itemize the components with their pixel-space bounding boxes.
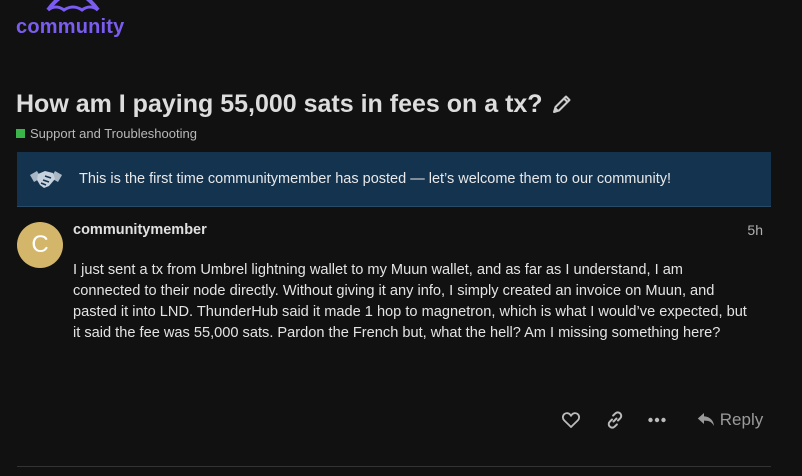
reply-button[interactable]: Reply (694, 404, 766, 436)
pencil-icon[interactable] (551, 93, 573, 115)
logo-text: community (16, 16, 125, 38)
link-icon (607, 411, 623, 429)
reply-icon (697, 413, 714, 426)
more-actions-button[interactable] (644, 404, 670, 436)
umbrella-icon (46, 0, 100, 12)
like-button[interactable] (558, 404, 584, 436)
site-logo[interactable]: community (16, 0, 126, 40)
ellipsis-icon (648, 417, 666, 423)
avatar[interactable]: C (17, 222, 63, 268)
post-body: I just sent a tx from Umbrel lightning w… (73, 260, 753, 344)
first-post-banner: This is the first time communitymember h… (17, 152, 771, 207)
post-username[interactable]: communitymember (73, 222, 207, 238)
handshake-icon (30, 171, 62, 188)
post-divider (17, 466, 771, 467)
topic-header: How am I paying 55,000 sats in fees on a… (16, 88, 786, 141)
post-actions: Reply (17, 404, 771, 436)
welcome-message: This is the first time communitymember h… (79, 171, 672, 187)
site-header: community (0, 0, 802, 62)
category-label: Support and Troubleshooting (30, 126, 197, 141)
category-badge[interactable]: Support and Troubleshooting (16, 126, 786, 141)
topic-title-text[interactable]: How am I paying 55,000 sats in fees on a… (16, 88, 543, 120)
heart-icon (562, 412, 580, 428)
topic-title: How am I paying 55,000 sats in fees on a… (16, 88, 786, 120)
post-body-text: I just sent a tx from Umbrel lightning w… (73, 262, 747, 341)
category-color-swatch (16, 129, 25, 138)
post-timestamp[interactable]: 5h (747, 222, 763, 238)
share-link-button[interactable] (602, 404, 628, 436)
avatar-letter: C (31, 231, 49, 258)
reply-label: Reply (719, 410, 764, 429)
